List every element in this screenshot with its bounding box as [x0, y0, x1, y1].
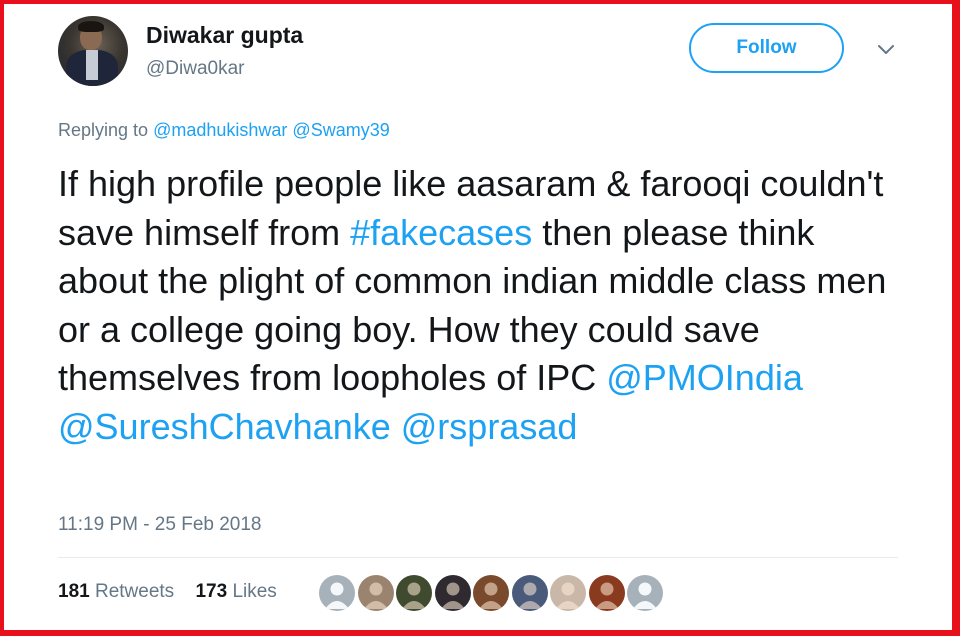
tweet-stats: 181 Retweets 173 Likes — [58, 581, 277, 603]
chevron-down-icon[interactable] — [876, 40, 896, 60]
photo-avatar-2[interactable] — [358, 575, 394, 611]
replying-to-line: Replying to @madhukishwar @Swamy39 — [58, 120, 390, 141]
tweet-timestamp[interactable]: 11:19 PM - 25 Feb 2018 — [58, 514, 262, 536]
photo-avatar-8[interactable] — [589, 575, 625, 611]
avatar-shirt-shape — [86, 50, 98, 80]
mention-pmoindia[interactable]: @PMOIndia — [606, 357, 803, 398]
stats-divider — [58, 557, 898, 558]
hashtag-fakecases[interactable]: #fakecases — [350, 212, 532, 253]
default-avatar-1[interactable] — [319, 575, 355, 611]
tweet-text: If high profile people like aasaram & fa… — [58, 160, 888, 451]
photo-avatar-7[interactable] — [550, 575, 586, 611]
reply-mention-swamy39[interactable]: @Swamy39 — [292, 120, 389, 140]
retweets-count: 181 — [58, 581, 90, 602]
likes-stat[interactable]: 173 Likes — [195, 581, 276, 602]
default-avatar-9[interactable] — [627, 575, 663, 611]
reply-mention-madhukishwar[interactable]: @madhukishwar — [153, 120, 287, 140]
mention-rsprasad[interactable]: @rsprasad — [401, 406, 578, 447]
replying-to-label: Replying to — [58, 120, 149, 140]
likes-count: 173 — [195, 581, 228, 602]
mention-sureshchavhanke[interactable]: @SureshChavhanke — [58, 406, 391, 447]
photo-avatar-4[interactable] — [435, 575, 471, 611]
photo-avatar-3[interactable] — [396, 575, 432, 611]
photo-avatar-5[interactable] — [473, 575, 509, 611]
author-display-name[interactable]: Diwakar gupta — [146, 22, 303, 49]
likes-label: Likes — [232, 581, 277, 602]
follow-button[interactable]: Follow — [689, 23, 844, 73]
photo-avatar-6[interactable] — [512, 575, 548, 611]
retweets-label: Retweets — [94, 581, 175, 602]
author-handle[interactable]: @Diwa0kar — [146, 58, 244, 80]
retweets-stat[interactable]: 181 Retweets — [58, 581, 174, 602]
avatar-hair-shape — [78, 21, 104, 32]
author-avatar[interactable] — [58, 16, 128, 86]
